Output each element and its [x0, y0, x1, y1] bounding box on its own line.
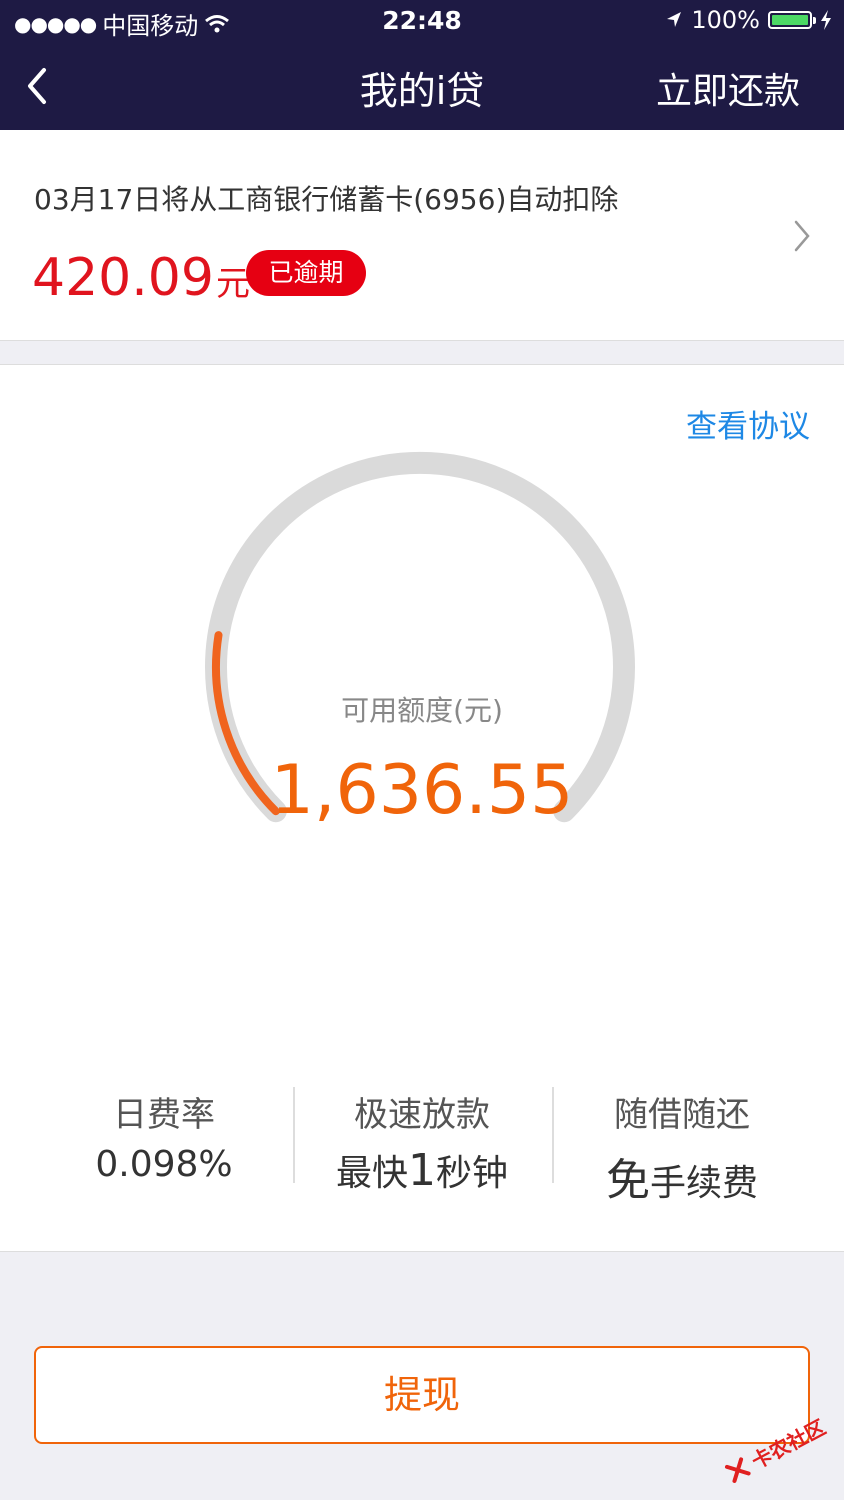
feature-title: 日费率 — [113, 1095, 215, 1135]
feature-fast-loan: 极速放款 最快1秒钟 — [292, 1087, 552, 1196]
credit-gauge: 可用额度(元) 1,636.55 — [202, 451, 642, 831]
auto-debit-description: 03月17日将从工商银行储蓄卡(6956)自动扣除 — [34, 183, 619, 216]
status-bar: ●●●●● 中国移动 22:48 100% — [0, 0, 844, 42]
feature-value: 免手续费 — [552, 1144, 812, 1208]
battery-percent: 100% — [691, 6, 760, 34]
status-right: 100% — [665, 6, 832, 34]
charging-icon — [821, 10, 831, 30]
withdraw-button[interactable]: 提现 — [34, 1346, 810, 1444]
feature-title: 极速放款 — [354, 1095, 490, 1135]
chevron-right-icon — [794, 220, 810, 252]
feature-value-big: 免 — [605, 1155, 650, 1206]
app-header: ●●●●● 中国移动 22:48 100% 我的i贷 立即还款 — [0, 0, 844, 130]
feature-title: 随借随还 — [614, 1095, 750, 1135]
features-section: 日费率 0.098% 极速放款 最快1秒钟 随借随还 免手续费 — [0, 1019, 844, 1252]
feature-value-big: 1 — [408, 1145, 436, 1196]
nav-bar: 我的i贷 立即还款 — [0, 42, 844, 130]
feature-value: 0.098% — [95, 1144, 233, 1185]
feature-value: 最快1秒钟 — [292, 1144, 552, 1196]
feature-value-prefix: 最快 — [335, 1153, 408, 1194]
credit-section: 查看协议 可用额度(元) 1,636.55 — [0, 364, 844, 1020]
bill-amount: 420.09 元 — [32, 248, 250, 308]
available-credit-value: 1,636.55 — [270, 751, 574, 830]
watermark-logo-icon — [724, 1456, 751, 1483]
view-agreement-link[interactable]: 查看协议 — [686, 401, 810, 446]
feature-value-suffix: 秒钟 — [436, 1153, 509, 1194]
overdue-badge: 已逾期 — [246, 250, 366, 296]
available-credit-label: 可用额度(元) — [341, 694, 503, 727]
feature-value-suffix: 手续费 — [649, 1163, 758, 1204]
battery-icon — [768, 11, 816, 29]
feature-daily-rate: 日费率 0.098% — [34, 1087, 294, 1185]
repay-now-button[interactable]: 立即还款 — [656, 62, 800, 114]
bill-amount-value: 420.09 — [32, 248, 214, 308]
feature-flexible-repay: 随借随还 免手续费 — [552, 1087, 812, 1208]
bill-card[interactable]: 03月17日将从工商银行储蓄卡(6956)自动扣除 420.09 元 已逾期 — [0, 130, 844, 341]
bill-amount-unit: 元 — [215, 264, 250, 304]
location-icon — [667, 12, 682, 27]
